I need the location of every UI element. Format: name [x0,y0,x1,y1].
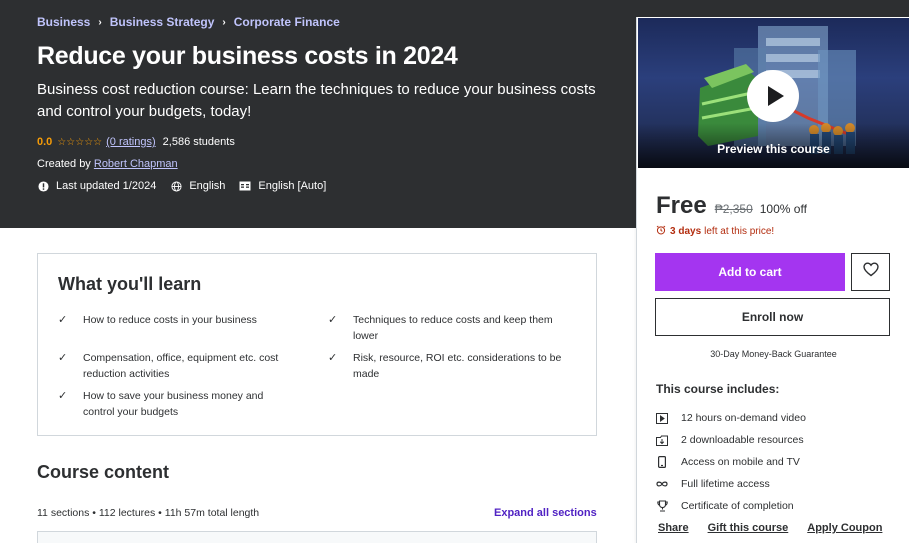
course-content-meta: 11 sections • 112 lectures • 11h 57m tot… [37,507,260,519]
includes-label: 2 downloadable resources [681,434,804,446]
download-icon [656,434,668,446]
learn-item-text: How to save your business money and cont… [83,390,264,418]
course-title: Reduce your business costs in 2024 [37,42,458,70]
includes-item: Full lifetime access [656,473,806,495]
includes-title: This course includes: [656,382,780,396]
captions: English [Auto] [239,180,326,192]
course-subtitle: Business cost reduction course: Learn th… [37,81,596,120]
learn-item-text: Techniques to reduce costs and keep them… [353,314,553,342]
heart-icon [862,262,879,282]
includes-label: Full lifetime access [681,478,770,490]
infinity-icon [656,478,668,490]
check-icon: ✓ [58,352,68,364]
author-link[interactable]: Robert Chapman [94,158,178,170]
learn-item: ✓ How to save your business money and co… [58,388,286,420]
alarm-clock-icon [656,225,666,238]
share-link[interactable]: Share [658,522,689,534]
trophy-icon [656,500,668,512]
includes-item: Certificate of completion [656,495,806,517]
includes-item: Access on mobile and TV [656,451,806,473]
includes-item: 12 hours on-demand video [656,407,806,429]
check-icon: ✓ [58,314,68,326]
language: English [170,180,225,192]
discount-percent: 100% off [759,202,807,216]
money-back-guarantee: 30-Day Money-Back Guarantee [710,349,837,359]
timer-days: 3 days [670,226,702,237]
rating-value: 0.0 [37,136,53,148]
includes-label: 12 hours on-demand video [681,412,806,424]
breadcrumb: Business › Business Strategy › Corporate… [37,15,340,29]
mobile-icon [656,456,668,468]
learn-item: ✓ How to reduce costs in your business [58,312,286,328]
learn-item: ✓ Compensation, office, equipment etc. c… [58,350,286,382]
learn-item: ✓ Risk, resource, ROI etc. consideration… [328,350,578,382]
current-price: Free [656,192,707,219]
closed-captions-icon [239,180,251,192]
captions-text: English [Auto] [258,180,327,192]
last-updated-text: Last updated 1/2024 [56,180,157,192]
breadcrumb-business[interactable]: Business [37,15,90,29]
price-row: Free ₱2,350 100% off [656,192,807,220]
discount-timer: 3 days left at this price! [656,225,774,238]
apply-coupon-link[interactable]: Apply Coupon [807,522,882,534]
what-you-learn-box: What you'll learn ✓ How to reduce costs … [37,253,597,436]
learn-item-text: How to reduce costs in your business [83,314,257,326]
star-rating-icon: ☆☆☆☆☆ [57,136,103,148]
includes-label: Certificate of completion [681,500,794,512]
enroll-now-button[interactable]: Enroll now [655,298,890,336]
play-icon[interactable] [747,70,799,122]
learn-item-text: Compensation, office, equipment etc. cos… [83,352,279,380]
course-preview[interactable]: Preview this course [637,17,909,169]
course-meta: Last updated 1/2024 English English [Aut… [37,180,340,192]
language-text: English [189,180,226,192]
breadcrumb-business-strategy[interactable]: Business Strategy [110,15,215,29]
includes-label: Access on mobile and TV [681,456,800,468]
original-price: ₱2,350 [714,202,753,216]
card-links: Share Gift this course Apply Coupon [658,522,901,534]
chevron-right-icon: › [98,16,102,28]
chevron-right-icon: › [222,16,226,28]
check-icon: ✓ [58,390,68,402]
check-icon: ✓ [328,314,338,326]
created-label: Created by [37,158,91,170]
rating-row: 0.0 ☆☆☆☆☆ (0 ratings) 2,586 students [37,136,235,148]
timer-text: left at this price! [704,226,775,237]
alert-badge-icon [37,180,49,192]
course-section-panel[interactable] [37,531,597,543]
add-to-cart-button[interactable]: Add to cart [655,253,845,291]
includes-list: 12 hours on-demand video 2 downloadable … [656,407,806,517]
breadcrumb-corporate-finance[interactable]: Corporate Finance [234,15,340,29]
includes-item: 2 downloadable resources [656,429,806,451]
learn-title: What you'll learn [58,274,202,294]
last-updated: Last updated 1/2024 [37,180,156,192]
video-icon [656,412,668,424]
wishlist-button[interactable] [851,253,890,291]
learn-item: ✓ Techniques to reduce costs and keep th… [328,312,578,344]
check-icon: ✓ [328,352,338,364]
learn-item-text: Risk, resource, ROI etc. considerations … [353,352,562,380]
expand-all-sections-button[interactable]: Expand all sections [494,507,597,519]
globe-icon [170,180,182,192]
course-content-title: Course content [37,462,170,482]
purchase-card: Preview this course Free ₱2,350 100% off… [636,17,909,543]
created-by: Created by Robert Chapman [37,158,178,170]
students-count: 2,586 students [162,136,235,148]
ratings-link[interactable]: (0 ratings) [106,136,156,148]
preview-label: Preview this course [717,142,830,156]
gift-course-link[interactable]: Gift this course [708,522,789,534]
